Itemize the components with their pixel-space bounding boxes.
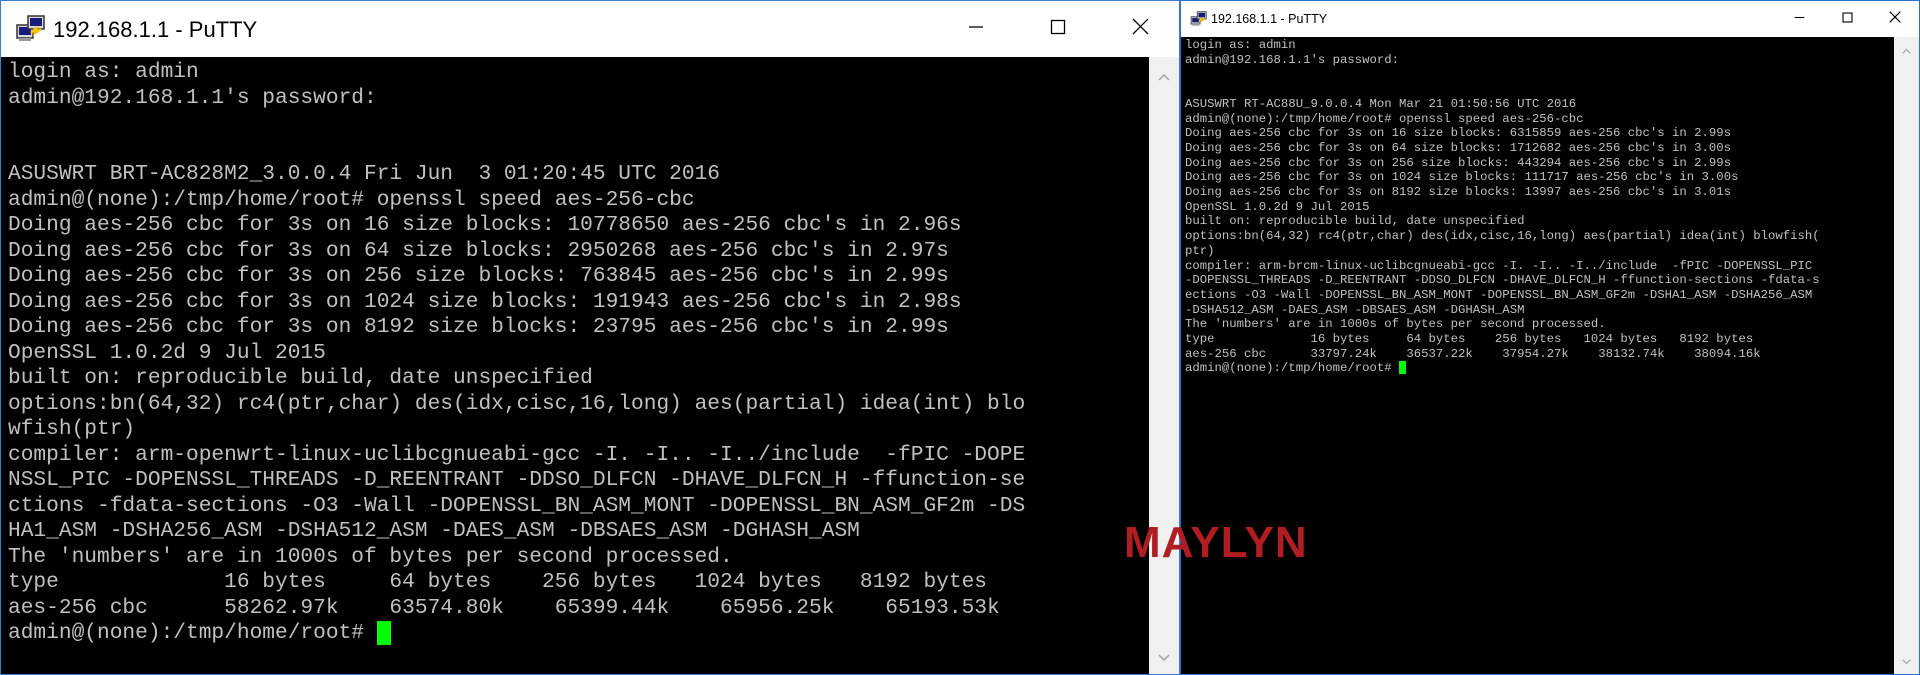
terminal-line: options:bn(64,32) rc4(ptr,char) des(idx,… bbox=[1185, 229, 1820, 244]
terminal-prompt: admin@(none):/tmp/home/root# bbox=[1185, 361, 1400, 376]
scroll-up-icon[interactable] bbox=[1894, 43, 1919, 59]
scroll-up-icon[interactable] bbox=[1149, 67, 1179, 87]
terminal-line: login as: admin bbox=[1185, 38, 1296, 52]
terminal-line: aes-256 cbc 33797.24k 36537.22k 37954.27… bbox=[1185, 346, 1761, 361]
putty-icon[interactable] bbox=[15, 13, 49, 45]
terminal-line: NSSL_PIC -DOPENSSL_THREADS -D_REENTRANT … bbox=[8, 468, 1026, 492]
terminal-line: Doing aes-256 cbc for 3s on 1024 size bl… bbox=[1185, 170, 1739, 185]
terminal-line: OpenSSL 1.0.2d 9 Jul 2015 bbox=[8, 340, 326, 365]
terminal-line: HA1_ASM -DSHA256_ASM -DSHA512_ASM -DAES_… bbox=[8, 519, 860, 543]
maximize-button[interactable] bbox=[1017, 1, 1099, 57]
terminal-line: Doing aes-256 cbc for 3s on 8192 size bl… bbox=[1185, 185, 1732, 200]
putty-window-right[interactable]: 192.168.1.1 - PuTTY login as: admin admin… bbox=[1180, 0, 1920, 675]
terminal-line: Doing aes-256 cbc for 3s on 64 size bloc… bbox=[8, 238, 949, 263]
terminal-output: login as: admin admin@192.168.1.1's passw… bbox=[1185, 38, 1820, 361]
terminal-line: aes-256 cbc 58262.97k 63574.80k 65399.44… bbox=[8, 595, 1000, 620]
terminal-line: Doing aes-256 cbc for 3s on 1024 size bl… bbox=[8, 289, 962, 314]
terminal-line: The 'numbers' are in 1000s of bytes per … bbox=[8, 544, 733, 569]
terminal-line: admin@192.168.1.1's password: bbox=[8, 85, 377, 110]
terminal-output: login as: admin admin@192.168.1.1's passw… bbox=[8, 60, 1025, 621]
window-title: 192.168.1.1 - PuTTY bbox=[1211, 12, 1328, 26]
terminal-line: admin@192.168.1.1's password: bbox=[1185, 52, 1400, 67]
terminal-line: compiler: arm-openwrt-linux-uclibcgnueab… bbox=[8, 442, 1026, 467]
putty-icon[interactable] bbox=[1190, 10, 1209, 28]
terminal-line: ASUSWRT RT-AC88U_9.0.0.4 Mon Mar 21 01:5… bbox=[1185, 96, 1577, 111]
terminal-line: login as: admin bbox=[8, 60, 199, 84]
terminal-line: Doing aes-256 cbc for 3s on 16 size bloc… bbox=[1185, 126, 1732, 141]
close-button[interactable] bbox=[1099, 1, 1179, 57]
terminal-line: built on: reproducible build, date unspe… bbox=[8, 366, 593, 390]
terminal-line: Doing aes-256 cbc for 3s on 64 size bloc… bbox=[1185, 140, 1732, 155]
vertical-scrollbar[interactable] bbox=[1149, 57, 1179, 674]
vertical-scrollbar[interactable] bbox=[1894, 37, 1919, 674]
maximize-icon bbox=[1841, 10, 1853, 28]
putty-window-left[interactable]: 192.168.1.1 - PuTTY login as: admin admin… bbox=[0, 0, 1180, 675]
terminal-line: ctions -fdata-sections -O3 -Wall -DOPENS… bbox=[8, 493, 1026, 518]
maximize-icon bbox=[1050, 19, 1066, 40]
terminal-line: type 16 bytes 64 bytes 256 bytes 1024 by… bbox=[8, 570, 988, 594]
terminal-line: ptr) bbox=[1185, 243, 1215, 258]
minimize-button[interactable] bbox=[935, 1, 1017, 57]
terminal-prompt-line[interactable]: admin@(none):/tmp/home/root# bbox=[8, 621, 391, 647]
terminal-line: OpenSSL 1.0.2d 9 Jul 2015 bbox=[1185, 199, 1370, 214]
terminal-line: admin@(none):/tmp/home/root# openssl spe… bbox=[8, 187, 695, 212]
terminal-line: compiler: arm-brcm-linux-uclibcgnueabi-g… bbox=[1185, 258, 1813, 273]
terminal-line: -DOPENSSL_THREADS -D_REENTRANT -DDSO_DLF… bbox=[1185, 273, 1820, 288]
terminal-line: admin@(none):/tmp/home/root# openssl spe… bbox=[1185, 111, 1584, 126]
terminal-line: built on: reproducible build, date unspe… bbox=[1185, 214, 1525, 229]
terminal-line: wfish(ptr) bbox=[8, 417, 136, 441]
terminal-line: type 16 bytes 64 bytes 256 bytes 1024 by… bbox=[1185, 332, 1754, 347]
terminal-line: Doing aes-256 cbc for 3s on 256 size blo… bbox=[8, 264, 949, 288]
terminal-cursor bbox=[1399, 361, 1407, 375]
minimize-icon bbox=[1794, 10, 1805, 28]
title-bar[interactable]: 192.168.1.1 - PuTTY bbox=[1, 1, 1179, 57]
terminal-prompt-line[interactable]: admin@(none):/tmp/home/root# bbox=[1185, 361, 1407, 376]
terminal-cursor bbox=[376, 621, 391, 645]
title-bar[interactable]: 192.168.1.1 - PuTTY bbox=[1181, 1, 1919, 37]
terminal-line: ASUSWRT BRT-AC828M2_3.0.0.4 Fri Jun 3 01… bbox=[8, 162, 721, 186]
terminal-line: ections -O3 -Wall -DOPENSSL_BN_ASM_MONT … bbox=[1185, 287, 1813, 302]
terminal-line: Doing aes-256 cbc for 3s on 16 size bloc… bbox=[8, 213, 962, 237]
close-icon bbox=[1132, 18, 1149, 40]
scroll-down-icon[interactable] bbox=[1894, 654, 1919, 670]
terminal-prompt: admin@(none):/tmp/home/root# bbox=[8, 621, 377, 645]
minimize-button[interactable] bbox=[1775, 1, 1823, 37]
terminal-line: Doing aes-256 cbc for 3s on 8192 size bl… bbox=[8, 315, 949, 339]
terminal-line: -DSHA512_ASM -DAES_ASM -DBSAES_ASM -DGHA… bbox=[1185, 302, 1525, 317]
terminal-line: The 'numbers' are in 1000s of bytes per … bbox=[1185, 317, 1606, 332]
minimize-icon bbox=[968, 19, 984, 40]
maximize-button[interactable] bbox=[1823, 1, 1871, 37]
watermark-text: MAYLYN bbox=[1124, 518, 1308, 567]
close-button[interactable] bbox=[1871, 1, 1919, 37]
close-icon bbox=[1889, 10, 1901, 28]
terminal-area[interactable]: login as: admin admin@192.168.1.1's passw… bbox=[1181, 37, 1896, 674]
scroll-down-icon[interactable] bbox=[1149, 648, 1179, 668]
terminal-area[interactable]: login as: admin admin@192.168.1.1's passw… bbox=[1, 57, 1151, 674]
terminal-line: Doing aes-256 cbc for 3s on 256 size blo… bbox=[1185, 155, 1732, 170]
terminal-line: options:bn(64,32) rc4(ptr,char) des(idx,… bbox=[8, 391, 1026, 416]
window-title: 192.168.1.1 - PuTTY bbox=[53, 17, 258, 42]
